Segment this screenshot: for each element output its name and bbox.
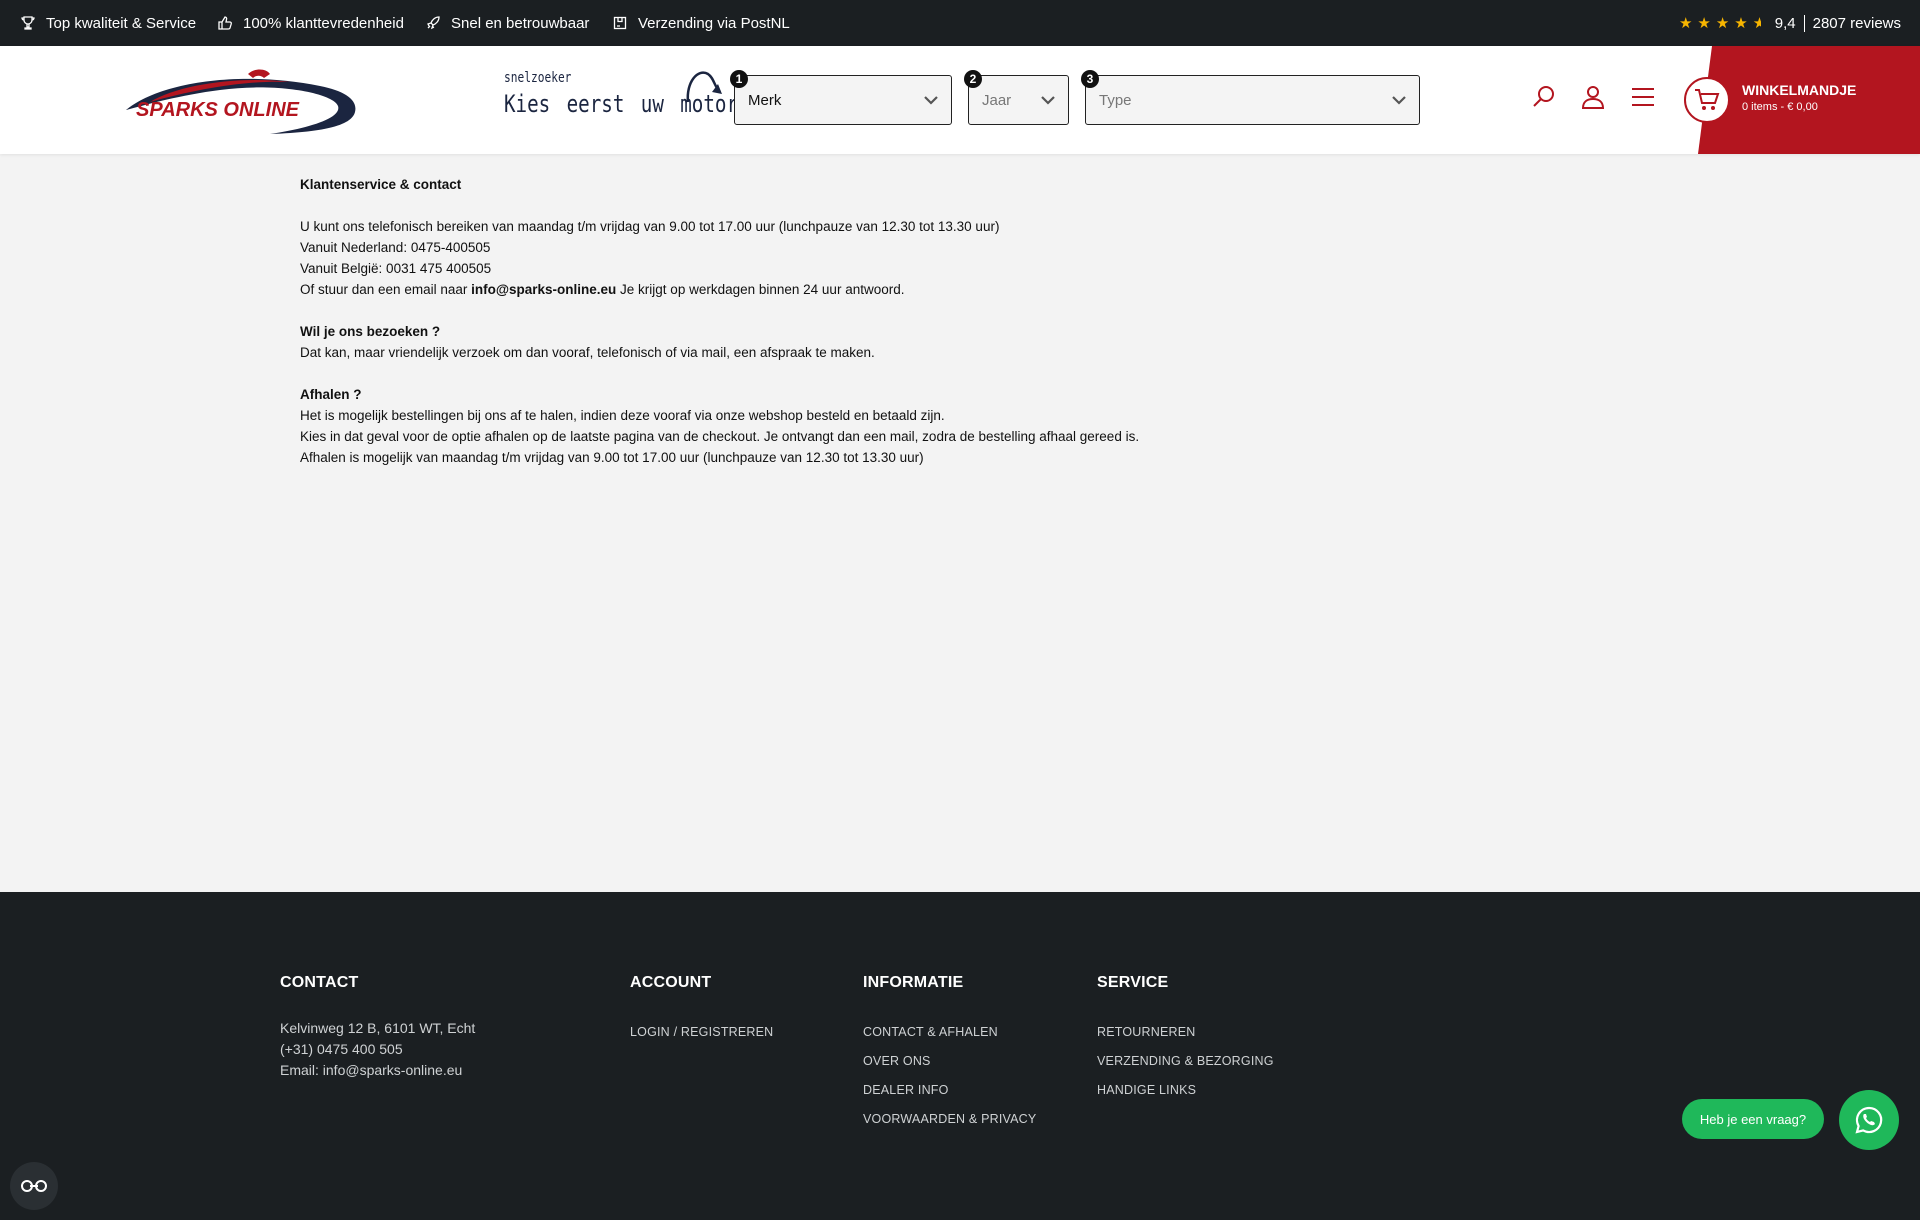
quick-search-label: snelzoeker Kies eerst uw motor <box>504 68 738 132</box>
usp-fast: Snel en betrouwbaar <box>425 0 589 46</box>
usp-satisfaction: 100% klanttevredenheid <box>217 0 404 46</box>
review-count[interactable]: 2807 reviews <box>1805 15 1901 32</box>
site-footer: CONTACT Kelvinweg 12 B, 6101 WT, Echt (+… <box>0 892 1920 1220</box>
footer-link-contact[interactable]: CONTACT & AFHALEN <box>863 1018 1036 1047</box>
svg-text:SPARKS ONLINE: SPARKS ONLINE <box>136 99 300 121</box>
chevron-down-icon <box>1392 96 1406 105</box>
whatsapp-button[interactable] <box>1839 1090 1899 1150</box>
footer-phone[interactable]: (+31) 0475 400 505 <box>280 1039 475 1060</box>
cart-icon-circle[interactable] <box>1684 77 1730 123</box>
footer-address: Kelvinweg 12 B, 6101 WT, Echt <box>280 1020 476 1036</box>
step-number: 3 <box>1081 70 1099 88</box>
quick-search-small: snelzoeker <box>504 70 572 86</box>
footer-heading: INFORMATIE <box>863 974 964 991</box>
usp-label: Snel en betrouwbaar <box>451 14 590 32</box>
main-content: Klantenservice & contact U kunt ons tele… <box>300 174 1600 468</box>
half-star-icon: ★ <box>1752 15 1761 31</box>
footer-email[interactable]: Email: info@sparks-online.eu <box>280 1060 475 1081</box>
pickup-heading: Afhalen ? <box>300 387 362 402</box>
footer-link-login[interactable]: LOGIN / REGISTREREN <box>630 1018 773 1047</box>
pickup-text-3: Afhalen is mogelijk van maandag t/m vrij… <box>300 450 924 465</box>
cart-button[interactable] <box>1698 46 1920 154</box>
cart-summary[interactable]: 0 items - € 0,00 <box>1742 101 1818 113</box>
footer-link-about[interactable]: OVER ONS <box>863 1047 1036 1076</box>
whatsapp-bubble[interactable]: Heb je een vraag? <box>1682 1099 1824 1139</box>
footer-heading: ACCOUNT <box>630 974 712 991</box>
footer-service: SERVICE RETOURNEREN VERZENDING & BEZORGI… <box>1097 974 1274 1105</box>
footer-account: ACCOUNT LOGIN / REGISTREREN <box>630 974 773 1047</box>
phone-hours: U kunt ons telefonisch bereiken van maan… <box>300 219 1000 234</box>
cart-title[interactable]: WINKELMANDJE <box>1742 82 1856 98</box>
visit-text: Dat kan, maar vriendelijk verzoek om dan… <box>300 345 875 360</box>
star-rating: ★ ★ ★ ★ ★ <box>1679 16 1761 31</box>
thumbs-up-icon <box>218 16 232 30</box>
pickup-text-1: Het is mogelijk bestellingen bij ons af … <box>300 408 945 423</box>
user-icon[interactable] <box>1580 84 1606 110</box>
email-link[interactable]: info@sparks-online.eu <box>471 282 616 297</box>
phone-nl: Vanuit Nederland: 0475-400505 <box>300 240 491 255</box>
year-select[interactable]: 2 Jaar <box>964 70 1069 125</box>
rating-score: 9,4 <box>1775 14 1805 32</box>
usp-quality: Top kwaliteit & Service <box>20 0 196 46</box>
footer-informatie: INFORMATIE CONTACT & AFHALEN OVER ONS DE… <box>863 974 1036 1134</box>
cart-icon <box>1695 89 1720 110</box>
step-number: 1 <box>730 70 748 88</box>
trophy-icon <box>21 16 35 30</box>
type-select[interactable]: 3 Type <box>1081 70 1420 125</box>
footer-contact: CONTACT Kelvinweg 12 B, 6101 WT, Echt (+… <box>280 974 475 1081</box>
phone-be: Vanuit België: 0031 475 400505 <box>300 261 492 276</box>
footer-link-terms[interactable]: VOORWAARDEN & PRIVACY <box>863 1105 1036 1134</box>
accessibility-icon <box>21 1180 47 1192</box>
search-icon[interactable] <box>1531 84 1557 110</box>
star-icon: ★ <box>1734 14 1748 32</box>
whatsapp-icon <box>1855 1106 1883 1134</box>
star-icon: ★ <box>1715 14 1730 32</box>
sparks-online-logo[interactable]: SPARKS ONLINE <box>120 60 360 140</box>
brand-select-value: Merk <box>748 91 782 109</box>
footer-link-dealer[interactable]: DEALER INFO <box>863 1076 1036 1105</box>
chevron-down-icon <box>924 96 938 105</box>
footer-link-returns[interactable]: RETOURNEREN <box>1097 1018 1274 1047</box>
pickup-text-2: Kies in dat geval voor de optie afhalen … <box>300 429 1140 444</box>
footer-heading: CONTACT <box>280 974 359 991</box>
top-bar: Top kwaliteit & Service 100% klanttevred… <box>0 0 1920 46</box>
visit-heading: Wil je ons bezoeken ? <box>300 324 441 339</box>
chevron-down-icon <box>1041 96 1055 105</box>
step-number: 2 <box>964 70 982 88</box>
package-icon <box>613 16 627 30</box>
usp-label: Top kwaliteit & Service <box>46 14 197 32</box>
star-icon: ★ <box>1678 14 1693 32</box>
brand-select[interactable]: 1 Merk <box>730 70 952 125</box>
email-line: Of stuur dan een email naar info@sparks-… <box>300 282 905 297</box>
usp-label: 100% klanttevredenheid <box>243 14 404 32</box>
arrow-icon <box>686 71 722 103</box>
rocket-icon <box>427 16 440 30</box>
year-select-value: Jaar <box>982 91 1012 109</box>
type-select-value: Type <box>1099 91 1132 109</box>
accessibility-button[interactable] <box>10 1162 58 1210</box>
footer-link-shipping[interactable]: VERZENDING & BEZORGING <box>1097 1047 1274 1076</box>
usp-shipping: Verzending via PostNL <box>612 0 790 46</box>
reviews-rating[interactable]: ★ ★ ★ ★ ★ 9,4 2807 reviews <box>1679 0 1901 46</box>
star-icon: ★ <box>1697 14 1711 32</box>
usp-label: Verzending via PostNL <box>638 14 790 32</box>
page-title: Klantenservice & contact <box>300 177 462 192</box>
footer-heading: SERVICE <box>1097 974 1169 991</box>
menu-icon[interactable] <box>1630 84 1656 110</box>
footer-link-handy[interactable]: HANDIGE LINKS <box>1097 1076 1274 1105</box>
